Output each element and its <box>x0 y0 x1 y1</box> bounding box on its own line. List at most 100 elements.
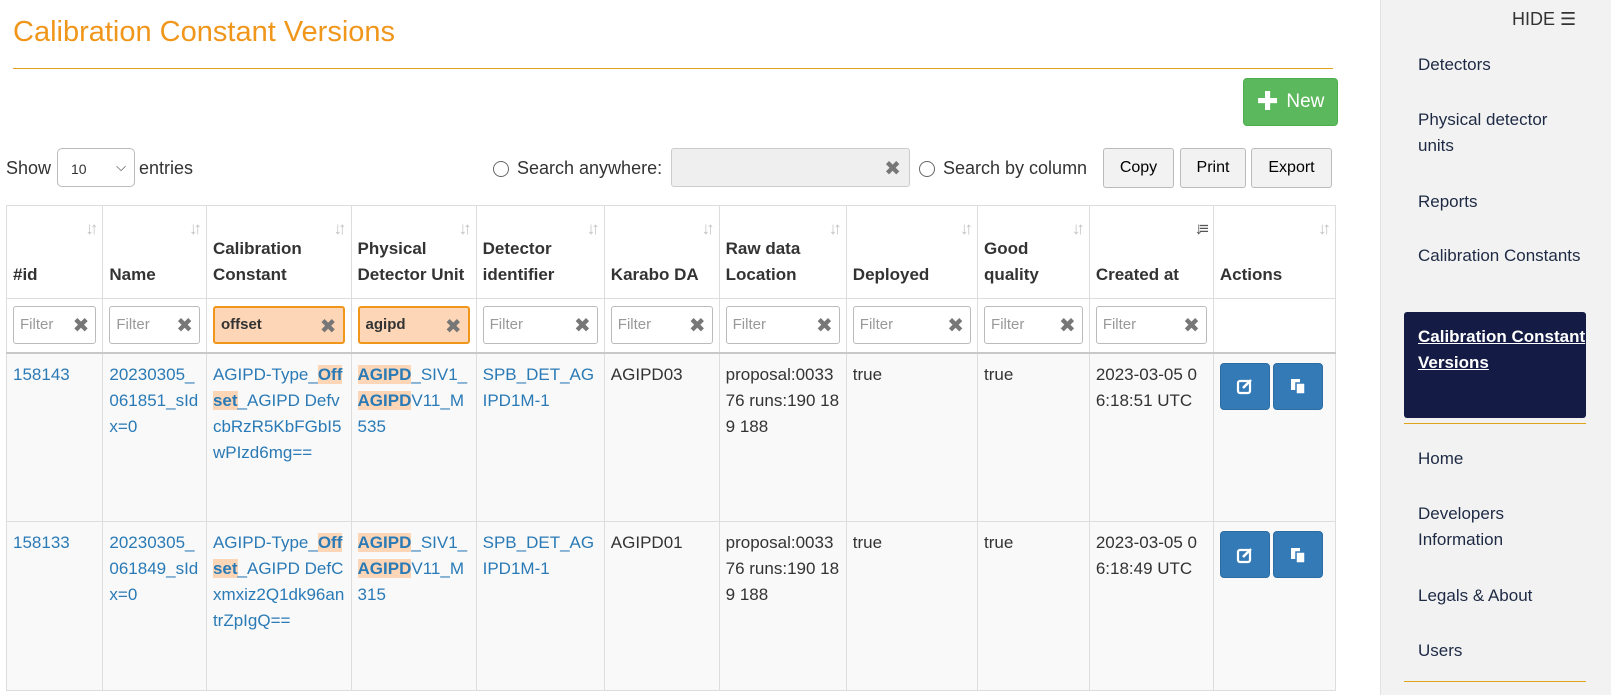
edit-icon <box>1236 379 1252 395</box>
sort-icon: ↓↑ <box>188 219 202 238</box>
copy-icon <box>1290 379 1306 395</box>
row-raw-location: proposal:003376 runs:190 189 188 <box>725 364 840 436</box>
row-deployed: true <box>852 364 883 384</box>
row-pdu-link[interactable]: AGIPD_SIV1_AGIPDV11_M315 <box>357 533 467 604</box>
filter-detector-input[interactable]: Filter ✖ <box>482 306 598 344</box>
clear-icon[interactable]: ✖ <box>884 156 901 181</box>
row-id-link[interactable]: 158133 <box>13 533 70 552</box>
sort-icon: ↓↑ <box>1318 219 1331 238</box>
show-label: Show <box>6 158 52 178</box>
row-calibration-constant-link[interactable]: AGIPD-Type_Offset_AGIPD DefvcbRzR5KbFGbI… <box>212 364 343 462</box>
clear-icon[interactable]: ✖ <box>1059 313 1076 338</box>
search-by-column-radio[interactable] <box>919 161 935 177</box>
main-content: Calibration Constant Versions ✚ New Show… <box>0 0 1380 695</box>
sort-icon: ↓↑ <box>333 219 347 238</box>
search-anywhere-radio[interactable] <box>493 161 509 177</box>
row-id-link[interactable]: 158143 <box>13 365 70 384</box>
plus-icon: ✚ <box>1256 85 1279 116</box>
row-calibration-constant-link[interactable]: AGIPD-Type_Offset_AGIPD DefCxmxiz2Q1dk96… <box>212 533 344 630</box>
filter-actions-empty <box>1212 298 1337 354</box>
title-divider <box>13 68 1333 69</box>
search-by-column-label: Search by column <box>943 158 1088 178</box>
row-good-quality: true <box>984 533 1014 552</box>
filter-karabo-da-input[interactable]: Filter ✖ <box>610 306 713 344</box>
row-name-link[interactable]: 20230305_061851_sIdx=0 <box>109 365 198 436</box>
row-deployed: true <box>852 533 883 552</box>
sort-icon: ↓↑ <box>1071 219 1085 238</box>
clear-icon[interactable]: ✖ <box>73 313 90 338</box>
clear-icon[interactable]: ✖ <box>176 313 193 338</box>
sort-desc-icon: ↓≡ <box>1194 219 1209 238</box>
col-header-good-quality[interactable]: Good quality ↓↑ <box>977 205 1090 299</box>
copy-button[interactable]: Copy <box>1103 148 1174 188</box>
clone-button[interactable] <box>1272 362 1323 410</box>
filter-id-input[interactable]: Filter ✖ <box>13 306 97 344</box>
sidebar-item-developers-information[interactable]: Developers Information <box>1418 501 1588 553</box>
col-header-actions[interactable]: Actions ↓↑ <box>1212 205 1337 299</box>
page-length-value: 10 <box>71 161 87 177</box>
col-header-name[interactable]: Name ↓↑ <box>102 205 207 299</box>
copy-icon <box>1290 547 1306 564</box>
row-detector-link[interactable]: SPB_DET_AGIPD1M-1 <box>483 365 595 410</box>
sidebar-item-users[interactable]: Users <box>1418 638 1588 664</box>
clear-icon[interactable]: ✖ <box>1183 313 1200 338</box>
clear-icon[interactable]: ✖ <box>689 313 706 338</box>
col-header-detector-identifier[interactable]: Detector identifier ↓↑ <box>475 205 605 299</box>
row-pdu-link[interactable]: AGIPD_SIV1_AGIPDV11_M535 <box>357 364 467 436</box>
clear-icon[interactable]: ✖ <box>320 314 337 339</box>
edit-icon <box>1236 547 1252 563</box>
row-name-link[interactable]: 20230305_061849_sIdx=0 <box>109 533 198 604</box>
clear-icon[interactable]: ✖ <box>947 313 964 338</box>
col-header-karabo-da[interactable]: Karabo DA ↓↑ <box>603 205 720 299</box>
sidebar-item-physical-detector-units[interactable]: Physical detector units <box>1418 107 1588 159</box>
export-button[interactable]: Export <box>1251 148 1332 188</box>
row-raw-location: proposal:003376 runs:190 189 188 <box>725 533 840 604</box>
chevron-down-icon: ⌵ <box>116 159 126 174</box>
sidebar-bottom-divider <box>1404 681 1586 682</box>
sort-icon: ↓↑ <box>85 219 98 238</box>
new-button[interactable]: ✚ New <box>1243 78 1338 126</box>
col-header-id[interactable]: #id ↓↑ <box>5 205 104 299</box>
filter-deployed-input[interactable]: Filter ✖ <box>852 306 972 344</box>
row-detector-link[interactable]: SPB_DET_AGIPD1M-1 <box>483 533 595 578</box>
sidebar-active-divider <box>1404 423 1586 424</box>
ccv-table: #id ↓↑ Name ↓↑ Calibration Constant ↓↑ Phys… <box>5 205 1337 691</box>
search-anywhere-label: Search anywhere: <box>517 158 663 178</box>
row-karabo-da: AGIPD01 <box>610 533 683 552</box>
page-length-select[interactable]: 10 ⌵ <box>57 148 135 187</box>
sidebar-item-legals-about[interactable]: Legals & About <box>1418 583 1588 609</box>
sort-icon: ↓↑ <box>701 219 715 238</box>
clear-icon[interactable]: ✖ <box>816 313 833 338</box>
entries-label: entries <box>139 158 194 178</box>
col-header-deployed[interactable]: Deployed ↓↑ <box>845 205 979 299</box>
clone-button[interactable] <box>1272 531 1323 578</box>
filter-created-at-input[interactable]: Filter ✖ <box>1095 306 1207 344</box>
filter-good-quality-input[interactable]: Filter ✖ <box>984 306 1083 344</box>
sidebar-item-calibration-constants[interactable]: Calibration Constants <box>1418 243 1588 269</box>
filter-row: Filter ✖ Filter ✖ offset ✖ agipd ✖ Filter ✖ F… <box>5 298 1337 354</box>
sidebar-item-detectors[interactable]: Detectors <box>1418 52 1588 78</box>
row-created-at: 2023-03-05 06:18:51 UTC <box>1095 364 1197 410</box>
sidebar-item-reports[interactable]: Reports <box>1418 189 1588 215</box>
edit-button[interactable] <box>1219 531 1270 578</box>
print-button[interactable]: Print <box>1180 148 1246 188</box>
filter-calibration-constant-input[interactable]: offset ✖ <box>212 306 345 344</box>
col-header-physical-detector-unit[interactable]: Physical Detector Unit ↓↑ <box>350 205 477 299</box>
filter-pdu-input[interactable]: agipd ✖ <box>357 306 470 344</box>
hide-sidebar-toggle[interactable]: HIDE ☰ <box>1512 9 1576 30</box>
search-input[interactable]: ✖ <box>671 148 910 187</box>
col-header-calibration-constant[interactable]: Calibration Constant ↓↑ <box>205 205 352 299</box>
edit-button[interactable] <box>1219 362 1270 410</box>
sidebar-item-calibration-constant-versions[interactable]: Calibration Constant Versions <box>1404 312 1586 418</box>
clear-icon[interactable]: ✖ <box>574 313 591 338</box>
col-header-created-at[interactable]: Created at ↓≡ <box>1088 205 1214 299</box>
filter-raw-location-input[interactable]: Filter ✖ <box>725 306 840 344</box>
sidebar-item-home[interactable]: Home <box>1418 446 1588 472</box>
sort-icon: ↓↑ <box>586 219 600 238</box>
col-header-raw-data-location[interactable]: Raw data Location ↓↑ <box>718 205 847 299</box>
clear-icon[interactable]: ✖ <box>445 314 462 339</box>
table-row: 158133 20230305_061849_sIdx=0 AGIPD-Type… <box>5 521 1337 691</box>
row-good-quality: true <box>984 364 1014 384</box>
page-title: Calibration Constant Versions <box>13 16 396 48</box>
filter-name-input[interactable]: Filter ✖ <box>109 306 200 344</box>
